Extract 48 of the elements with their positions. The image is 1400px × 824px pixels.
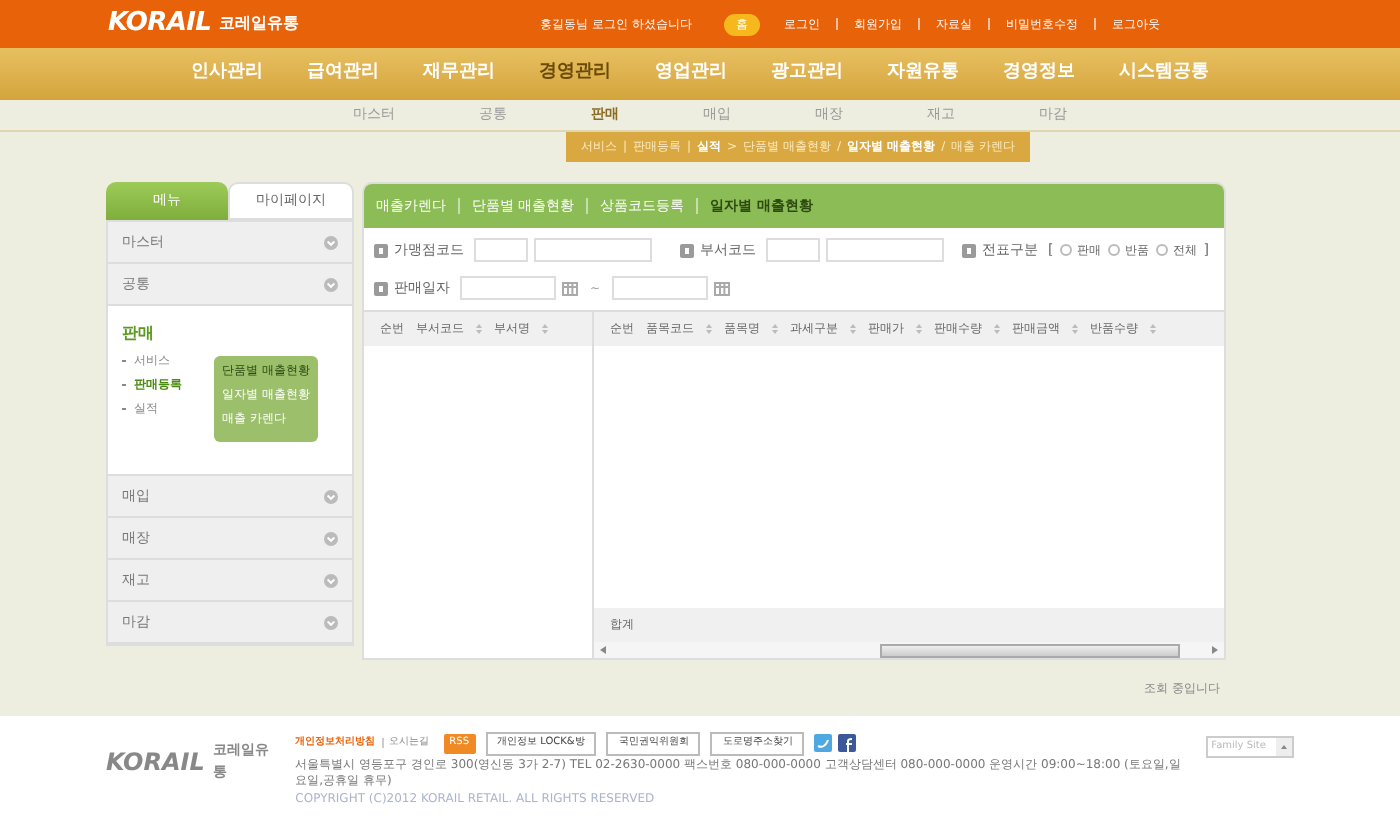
bullet-icon — [374, 243, 388, 257]
main-nav-item[interactable]: 시스템공통 — [1119, 60, 1209, 88]
sort-icon — [476, 324, 482, 334]
calendar-icon — [562, 281, 578, 295]
scroll-right-icon[interactable] — [1212, 646, 1218, 654]
radio-button[interactable] — [1059, 244, 1072, 256]
input-field[interactable] — [826, 238, 944, 262]
main-nav-item[interactable]: 광고관리 — [771, 60, 843, 88]
chevron-down-icon — [324, 615, 338, 629]
chevron-down-icon — [324, 531, 338, 545]
footer-logo[interactable]: KORAIL — [106, 743, 205, 779]
main-nav-item[interactable]: 경영관리 — [539, 60, 611, 88]
input-field[interactable] — [474, 238, 528, 262]
input-field[interactable] — [766, 238, 820, 262]
sort-icon — [994, 324, 1000, 334]
sort-icon — [1072, 324, 1078, 334]
scrollbar-thumb[interactable] — [880, 643, 1180, 657]
main-nav-item[interactable]: 경영정보 — [1003, 60, 1075, 88]
sidebar-section-title[interactable]: 판매 — [122, 322, 202, 346]
logo[interactable]: KORAIL — [108, 4, 212, 44]
logo-subtitle: 코레일유통 — [219, 12, 300, 36]
main-nav-item[interactable]: 자원유통 — [887, 60, 959, 88]
main-nav-item[interactable]: 재무관리 — [423, 60, 495, 88]
chevron-down-icon — [324, 235, 338, 249]
caret-icon — [1276, 738, 1292, 756]
sort-icon — [850, 324, 856, 334]
main-nav-item[interactable]: 인사관리 — [191, 60, 263, 88]
main-nav-item[interactable]: 급여관리 — [307, 60, 379, 88]
radio-button[interactable] — [1107, 244, 1120, 256]
chevron-down-icon — [324, 277, 338, 291]
chevron-down-icon — [324, 573, 338, 587]
sort-icon — [1150, 324, 1156, 334]
sort-icon — [706, 324, 712, 334]
bullet-icon — [962, 243, 976, 257]
input-field[interactable] — [534, 238, 652, 262]
radio-button[interactable] — [1155, 244, 1168, 256]
bullet-icon — [680, 243, 694, 257]
input-field[interactable] — [612, 276, 709, 300]
sort-icon — [542, 324, 548, 334]
sort-icon — [916, 324, 922, 334]
sort-icon — [772, 324, 778, 334]
input-field[interactable] — [460, 276, 556, 300]
bullet-icon — [374, 281, 388, 295]
main-nav-item[interactable]: 영업관리 — [655, 60, 727, 88]
calendar-icon — [714, 281, 731, 295]
chevron-down-icon — [324, 489, 338, 503]
letter-f-icon — [838, 734, 857, 753]
scroll-left-icon[interactable] — [600, 646, 606, 654]
